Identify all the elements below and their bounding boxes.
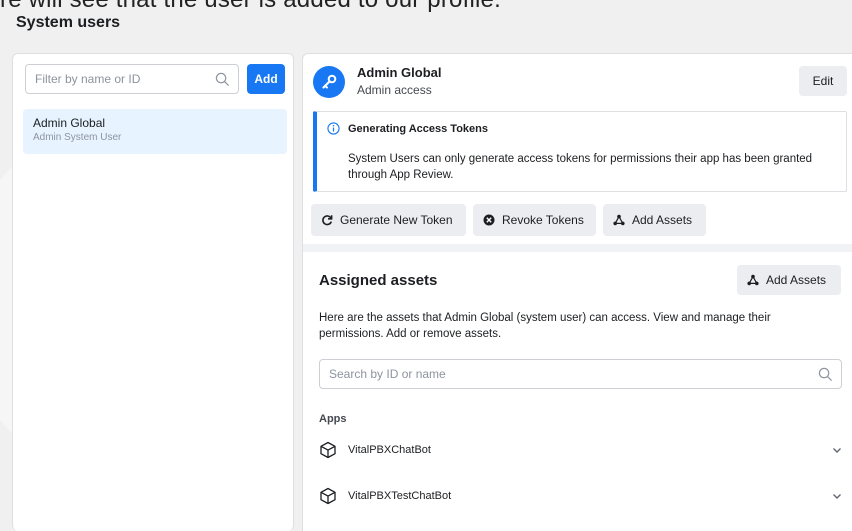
- avatar: [313, 66, 345, 98]
- chevron-down-icon[interactable]: [831, 490, 843, 502]
- assigned-assets-description: Here are the assets that Admin Global (s…: [319, 312, 771, 340]
- filter-input[interactable]: [26, 65, 196, 93]
- search-icon: [215, 72, 230, 87]
- chevron-down-icon[interactable]: [831, 444, 843, 456]
- detail-user-subtitle: Admin access: [357, 83, 432, 97]
- revoke-tokens-label: Revoke Tokens: [502, 213, 584, 227]
- edit-button[interactable]: Edit: [799, 66, 847, 96]
- add-user-button[interactable]: Add: [247, 64, 285, 94]
- filter-field[interactable]: [25, 64, 239, 94]
- revoke-icon: [483, 214, 495, 226]
- generate-token-label: Generate New Token: [340, 213, 453, 227]
- page-title: System users: [16, 14, 121, 31]
- generate-token-button[interactable]: Generate New Token: [311, 204, 466, 236]
- asset-search-input[interactable]: [320, 360, 800, 388]
- add-assets-label: Add Assets: [632, 213, 693, 227]
- search-icon: [818, 367, 833, 382]
- user-name: Admin Global: [33, 116, 106, 130]
- notice-title: Generating Access Tokens: [348, 123, 488, 135]
- assigned-assets-title: Assigned assets: [319, 272, 438, 289]
- app-name: VitalPBXChatBot: [348, 444, 431, 456]
- app-list-item[interactable]: VitalPBXChatBot: [319, 435, 845, 465]
- app-list-item[interactable]: VitalPBXTestChatBot: [319, 481, 845, 511]
- detail-user-name: Admin Global: [357, 65, 442, 80]
- section-divider: [303, 244, 852, 252]
- app-cube-icon: [320, 441, 336, 459]
- app-name: VitalPBXTestChatBot: [348, 490, 452, 502]
- key-icon: [322, 74, 337, 89]
- revoke-tokens-button[interactable]: Revoke Tokens: [473, 204, 596, 236]
- app-cube-icon: [320, 487, 336, 505]
- user-list-panel: Add Admin Global Admin System User: [12, 53, 294, 531]
- user-detail-panel: Admin Global Admin access Edit Generatin…: [302, 53, 852, 531]
- assets-icon: [747, 274, 759, 286]
- notice-body: System Users can only generate access to…: [348, 153, 813, 181]
- caption-text: re will see that the user is added to ou…: [0, 0, 501, 12]
- apps-section-label: Apps: [319, 413, 347, 425]
- user-list-item[interactable]: Admin Global Admin System User: [23, 109, 287, 154]
- refresh-icon: [322, 215, 333, 226]
- assigned-add-assets-button[interactable]: Add Assets: [737, 265, 841, 295]
- caption-fragment: re will see that the user is added to ou…: [0, 0, 852, 12]
- add-assets-button[interactable]: Add Assets: [603, 204, 706, 236]
- assets-icon: [613, 214, 625, 226]
- asset-search-field[interactable]: [319, 359, 842, 389]
- info-icon: [327, 122, 340, 135]
- user-role: Admin System User: [33, 132, 122, 143]
- access-token-notice: Generating Access Tokens System Users ca…: [313, 111, 847, 192]
- assigned-add-assets-label: Add Assets: [766, 273, 827, 287]
